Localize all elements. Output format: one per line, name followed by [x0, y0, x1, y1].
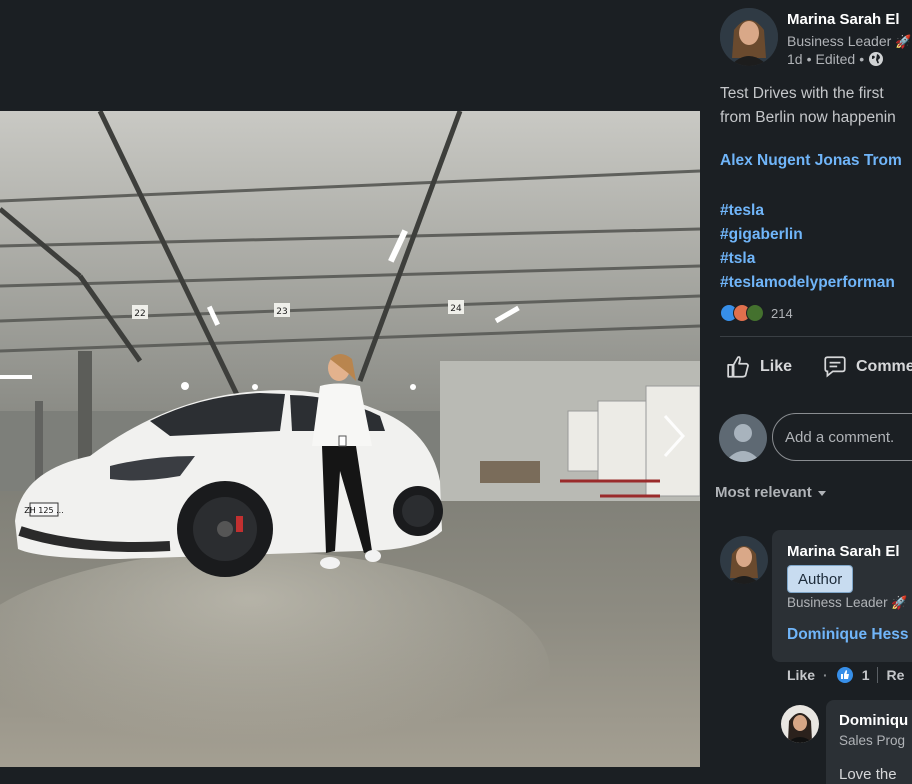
author-badge: Author [787, 565, 854, 593]
commenter-headline: Business Leader 🚀 [787, 595, 908, 611]
meta-separator: • [859, 51, 865, 67]
reply-button[interactable]: Re [886, 667, 904, 683]
bay-sign-22: 22 [134, 309, 145, 319]
current-user-avatar [719, 414, 767, 462]
license-plate: ZH 125 ... [24, 506, 63, 515]
like-label: Like [760, 358, 793, 375]
author-headline-text: Business Leader [787, 33, 892, 49]
dot-separator: · [823, 667, 828, 683]
like-reaction-icon [836, 667, 853, 683]
comment-mention[interactable]: Dominique Hess [787, 626, 908, 644]
comment-icon [824, 356, 846, 378]
post-panel: Marina Sarah El Business Leader 🚀 1d • E… [700, 0, 912, 784]
chevron-down-icon [817, 490, 826, 496]
globe-icon [869, 52, 884, 66]
author-name[interactable]: Marina Sarah El [787, 11, 900, 28]
hashtag-tesla[interactable]: #tesla [720, 199, 895, 223]
post-text-line: Test Drives with the first [720, 85, 884, 102]
post-meta: 1d • Edited • [787, 51, 884, 67]
hashtag-teslamodelyperformance[interactable]: #teslamodelyperforman [720, 271, 895, 295]
comment-like-count[interactable]: 1 [862, 667, 870, 683]
thumbs-up-icon [727, 356, 749, 378]
mentions[interactable]: Alex Nugent Jonas Trom [720, 152, 902, 170]
comment-button[interactable]: Comme [822, 354, 912, 380]
divider [720, 336, 912, 337]
reaction-icons [720, 304, 764, 322]
comment-input[interactable]: Add a comment. [772, 413, 912, 461]
reactions-summary[interactable]: 214 [720, 304, 793, 322]
bay-sign-23: 23 [276, 307, 287, 317]
commenter-headline-text: Business Leader [787, 595, 888, 610]
post-text-line: from Berlin now happenin [720, 109, 896, 126]
like-button[interactable]: Like [726, 354, 792, 380]
edited-label: Edited [815, 51, 856, 67]
post-text: Test Drives with the first from Berlin n… [720, 82, 912, 130]
author-headline: Business Leader 🚀 [787, 33, 911, 50]
sort-dropdown[interactable]: Most relevant [715, 484, 828, 501]
comment-like-button[interactable]: Like [787, 667, 815, 683]
rocket-icon: 🚀 [891, 595, 908, 610]
meta-separator: • [806, 51, 812, 67]
reply-author-headline: Sales Prog [839, 733, 906, 748]
commenter-avatar[interactable] [720, 536, 768, 584]
support-reaction-icon [746, 304, 764, 322]
post-photo[interactable]: 22 23 24 ZH 125 ... [0, 111, 700, 767]
rocket-icon: 🚀 [895, 34, 912, 49]
reaction-count: 214 [771, 305, 793, 321]
commenter-name[interactable]: Marina Sarah El [787, 543, 900, 560]
comment-label: Comme [856, 358, 912, 375]
garage-photo: 22 23 24 ZH 125 ... [0, 111, 700, 767]
author-avatar[interactable] [720, 8, 778, 66]
hashtag-list: #tesla #gigaberlin #tsla #teslamodelyper… [720, 199, 895, 295]
post-time: 1d [787, 51, 803, 67]
bay-sign-24: 24 [450, 304, 462, 314]
reply-author-name[interactable]: Dominiqu [839, 712, 908, 729]
comment-input-placeholder: Add a comment. [785, 428, 895, 446]
hashtag-tsla[interactable]: #tsla [720, 247, 895, 271]
reply-text: Love the [839, 766, 897, 783]
sort-label: Most relevant [715, 484, 812, 501]
reply-avatar[interactable] [781, 705, 819, 743]
hashtag-gigaberlin[interactable]: #gigaberlin [720, 223, 895, 247]
comment-actions: Like · 1 Re [787, 666, 904, 684]
actions-divider [877, 667, 879, 683]
